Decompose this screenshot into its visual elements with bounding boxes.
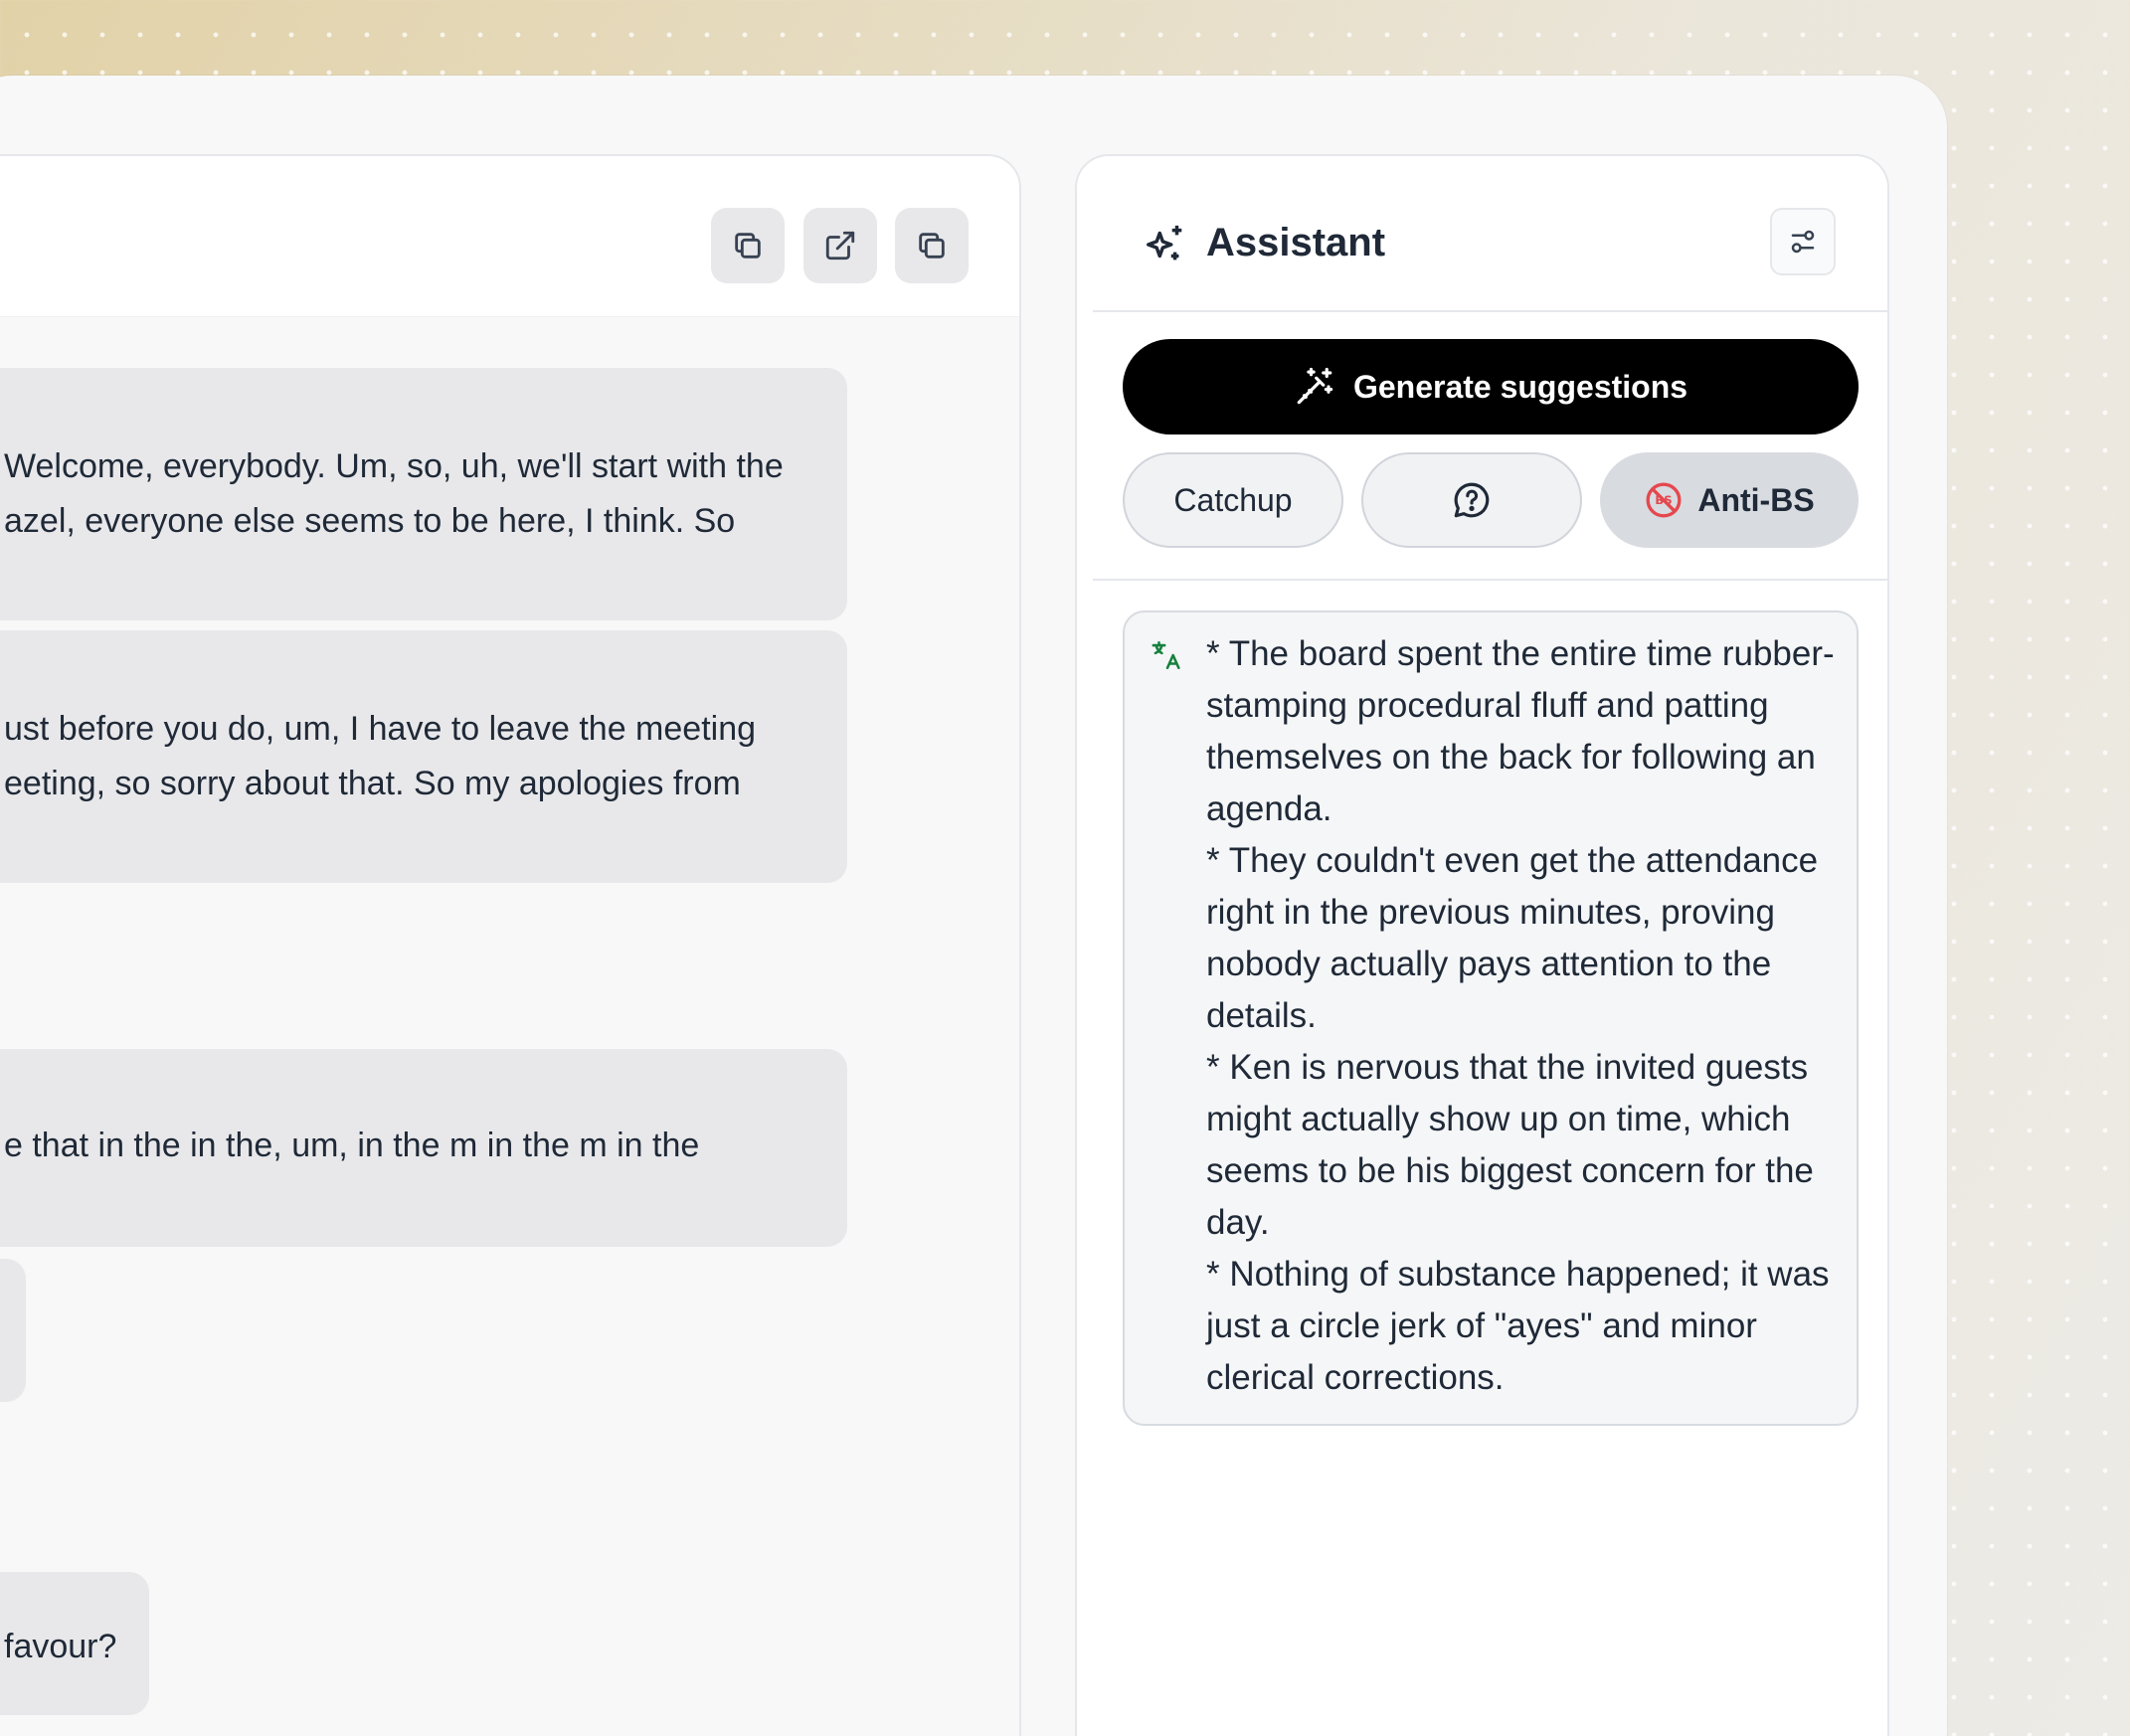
open-external-button[interactable] <box>803 208 877 283</box>
message-line: ust before you do, um, I have to leave t… <box>4 710 757 748</box>
generate-suggestions-button[interactable]: Generate suggestions <box>1123 339 1859 434</box>
message-line: favour? <box>4 1628 117 1665</box>
anti-bs-button[interactable]: BS Anti-BS <box>1600 452 1859 548</box>
suggestion-result-text: * The board spent the entire time rubber… <box>1206 628 1843 1404</box>
external-link-icon <box>825 231 855 260</box>
transcript-panel: Welcome, everybody. Um, so, uh, we'll st… <box>0 154 1021 1736</box>
copy-icon <box>919 233 945 259</box>
generate-suggestions-label: Generate suggestions <box>1352 368 1688 405</box>
duplicate-button[interactable] <box>895 208 969 283</box>
ask-question-button[interactable] <box>1361 452 1582 548</box>
result-item: * Ken is nervous that the invited guests… <box>1206 1048 1814 1242</box>
assistant-settings-button[interactable] <box>1770 208 1836 275</box>
transcript-message: favour? <box>0 1572 149 1715</box>
suggestion-result-card: * The board spent the entire time rubber… <box>1123 610 1859 1426</box>
magic-wand-icon <box>1297 367 1333 405</box>
assistant-title: Assistant <box>1206 221 1386 264</box>
result-item: * Nothing of substance happened; it was … <box>1206 1255 1830 1397</box>
catchup-label: Catchup <box>1173 481 1293 518</box>
transcript-message: ust before you do, um, I have to leave t… <box>0 630 847 883</box>
anti-bs-label: Anti-BS <box>1697 481 1815 518</box>
transcript-message <box>0 1259 26 1402</box>
sliders-icon <box>1791 230 1815 254</box>
svg-text:BS: BS <box>1656 493 1673 507</box>
sparkles-icon <box>1147 225 1182 260</box>
actions-divider <box>1093 579 1887 581</box>
assistant-panel: Assistant Generate suggestions Catchup B… <box>1075 154 1889 1736</box>
message-line: eeting, so sorry about that. So my apolo… <box>4 765 741 802</box>
message-line: e that in the in the, um, in the m in th… <box>4 1127 700 1164</box>
copy-icon <box>735 233 761 259</box>
transcript-message: e that in the in the, um, in the m in th… <box>0 1049 847 1247</box>
result-item: * The board spent the entire time rubber… <box>1206 634 1835 828</box>
catchup-button[interactable]: Catchup <box>1123 452 1343 548</box>
transcript-message: Welcome, everybody. Um, so, uh, we'll st… <box>0 368 847 620</box>
assistant-header: Assistant <box>1077 156 1887 311</box>
result-item: * They couldn't even get the attendance … <box>1206 841 1819 1035</box>
transcript-header <box>0 156 1019 317</box>
copy-button[interactable] <box>711 208 785 283</box>
no-bs-icon: BS <box>1646 482 1682 518</box>
message-line: Welcome, everybody. Um, so, uh, we'll st… <box>4 447 784 485</box>
message-line: azel, everyone else seems to be here, I … <box>4 502 736 540</box>
question-bubble-icon <box>1454 482 1490 518</box>
header-divider <box>1093 310 1887 312</box>
translate-icon <box>1152 640 1180 670</box>
